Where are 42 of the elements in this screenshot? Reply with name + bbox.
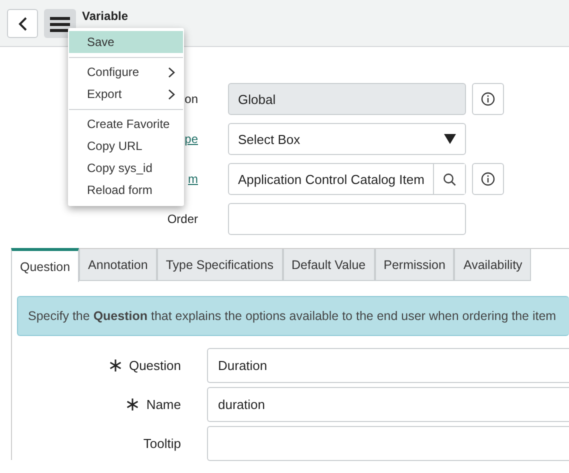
info-button[interactable] (472, 163, 504, 195)
field-label[interactable]: m (188, 172, 198, 186)
tab[interactable]: Type Specifications (156, 249, 283, 281)
reference-field[interactable]: Application Control Catalog Item (228, 163, 466, 195)
input-field[interactable]: Duration (207, 348, 569, 383)
search-button[interactable] (433, 164, 465, 194)
record-title: Variable (82, 9, 128, 23)
field-label: Order (167, 212, 198, 226)
input-field: Global (228, 83, 466, 115)
menu-item[interactable]: Copy URL (69, 135, 183, 157)
tab[interactable]: Availability (454, 249, 532, 281)
tab[interactable]: Question (11, 248, 80, 282)
info-icon (481, 92, 495, 106)
back-icon (18, 16, 28, 30)
field-label: Question (128, 358, 181, 373)
search-icon (443, 172, 456, 186)
menu-item[interactable]: Save (69, 31, 183, 53)
back-button[interactable] (7, 9, 38, 38)
select-field[interactable]: Select Box (228, 123, 466, 155)
menu-item[interactable]: Configure (69, 57, 183, 83)
menu-item[interactable]: Reload form (69, 179, 183, 201)
menu-item[interactable]: Export (69, 83, 183, 105)
input-field[interactable] (207, 426, 569, 461)
dropdown-icon (444, 134, 456, 144)
info-banner: Specify the Question that explains the options available to the end user when ordering the item (17, 296, 569, 336)
field-label: Tooltip (143, 436, 181, 451)
tab[interactable]: Permission (374, 249, 454, 281)
menu-item[interactable]: Copy sys_id (69, 157, 183, 179)
menu-icon (50, 16, 70, 32)
field-label: Name (146, 397, 181, 412)
field-label: on (184, 92, 198, 106)
menu-button[interactable] (44, 9, 76, 38)
chevron-right-icon (168, 88, 175, 100)
menu-item[interactable]: Create Favorite (69, 109, 183, 135)
tab[interactable]: Default Value (282, 249, 375, 281)
info-icon (481, 172, 495, 186)
field-label[interactable]: pe (184, 132, 198, 146)
tab[interactable]: Annotation (79, 249, 157, 281)
chevron-right-icon (168, 66, 175, 78)
input-field[interactable]: duration (207, 387, 569, 422)
info-button[interactable] (472, 83, 504, 115)
input-field[interactable] (228, 203, 466, 235)
